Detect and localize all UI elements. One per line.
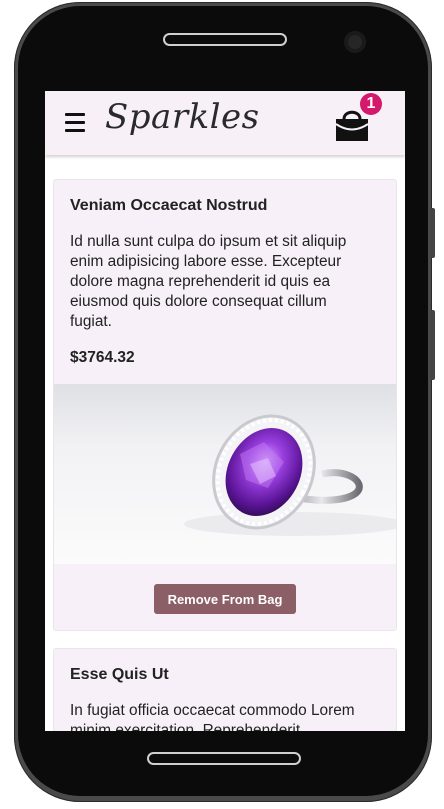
remove-from-bag-button[interactable]: Remove From Bag (154, 584, 296, 614)
cart-count-badge: 1 (360, 93, 382, 115)
earpiece-speaker (163, 33, 287, 46)
product-card: Veniam Occaecat Nostrud Id nulla sunt cu… (53, 179, 397, 631)
product-image (54, 384, 396, 564)
front-camera (344, 31, 366, 53)
product-list: Veniam Occaecat Nostrud Id nulla sunt cu… (45, 155, 405, 731)
hamburger-menu-icon[interactable] (65, 111, 85, 135)
power-button (430, 310, 435, 380)
app-header: Sparkles 1 (45, 91, 405, 155)
product-description: In fugiat officia occaecat commodo Lorem… (70, 702, 355, 731)
app-screen: Sparkles 1 Veniam Occaecat Nostrud Id nu… (45, 91, 405, 731)
volume-button (430, 208, 435, 258)
bottom-speaker (147, 752, 301, 765)
product-description: Id nulla sunt culpa do ipsum et sit aliq… (70, 233, 347, 330)
brand-logo[interactable]: Sparkles (105, 97, 260, 137)
product-title: Veniam Occaecat Nostrud (70, 197, 268, 214)
product-title: Esse Quis Ut (70, 666, 169, 683)
product-price: $3764.32 (70, 349, 135, 366)
product-card: Esse Quis Ut In fugiat officia occaecat … (53, 648, 397, 731)
